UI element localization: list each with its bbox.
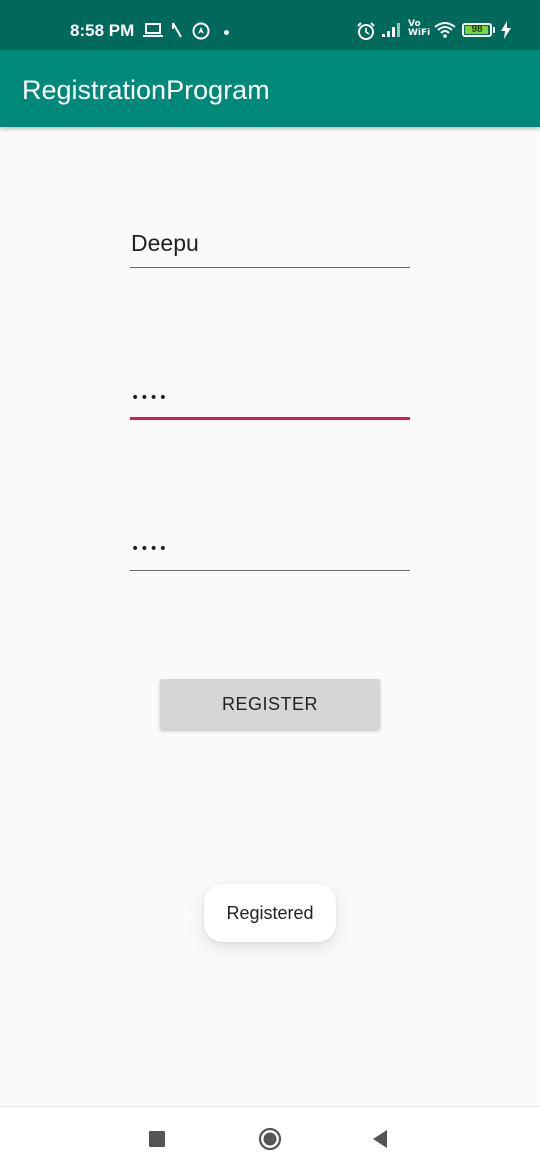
navigation-bar: [0, 1106, 540, 1170]
recent-apps-icon[interactable]: [149, 1131, 165, 1147]
battery-tip: [493, 27, 495, 33]
username-field[interactable]: Deepu: [130, 228, 410, 268]
navigation-icon: [192, 22, 210, 45]
charging-icon: [500, 21, 512, 44]
slash-icon: [170, 21, 184, 44]
password-field[interactable]: ••••: [130, 380, 410, 420]
wifi-icon: [433, 21, 457, 44]
app-title: RegistrationProgram: [22, 75, 270, 105]
signal-icon: [381, 22, 403, 43]
dot-icon: [224, 30, 229, 35]
battery-level: 98: [471, 24, 483, 35]
toast-message: Registered: [204, 884, 336, 942]
confirm-password-underline: [130, 570, 410, 571]
back-icon[interactable]: [371, 1129, 389, 1154]
confirm-password-value: ••••: [131, 541, 169, 557]
laptop-icon: [143, 22, 163, 43]
username-value: Deepu: [131, 230, 199, 256]
status-time: 8:58 PM: [70, 21, 135, 40]
confirm-password-field[interactable]: ••••: [130, 531, 410, 571]
password-value: ••••: [131, 390, 169, 406]
home-icon[interactable]: [258, 1127, 282, 1156]
app-bar: RegistrationProgram: [0, 50, 540, 127]
password-underline: [130, 417, 410, 420]
vowifi-icon: Vo WiFi: [408, 19, 431, 38]
alarm-icon: [356, 21, 376, 46]
battery-icon: 98: [462, 23, 492, 37]
username-underline: [130, 267, 410, 268]
register-button[interactable]: REGISTER: [160, 679, 380, 729]
status-bar: 8:58 PM Vo WiFi 98: [0, 0, 540, 50]
